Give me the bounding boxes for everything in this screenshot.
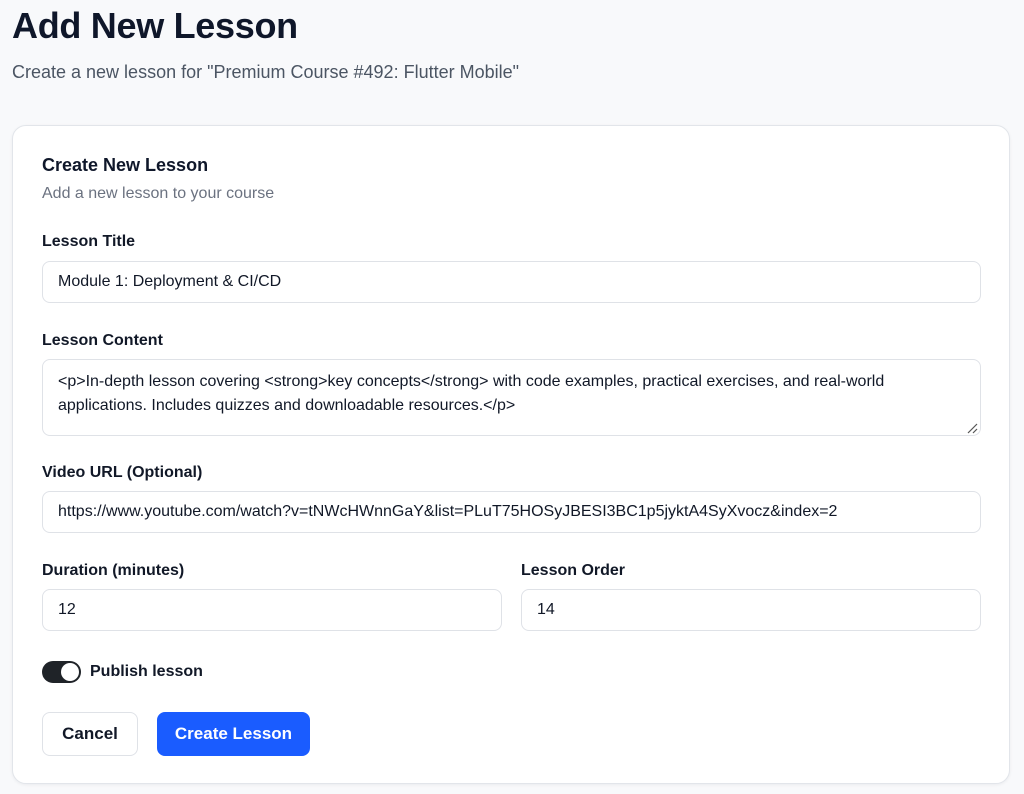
cancel-button[interactable]: Cancel: [42, 712, 138, 756]
card-subtitle: Add a new lesson to your course: [42, 185, 275, 202]
add-lesson-page: Add New Lesson Create a new lesson for "…: [0, 0, 1024, 794]
publish-label: Publish lesson: [90, 663, 203, 680]
create-lesson-button[interactable]: Create Lesson: [157, 712, 310, 756]
publish-toggle[interactable]: [42, 661, 81, 683]
page-subtitle: Create a new lesson for "Premium Course …: [12, 62, 519, 82]
video-url-label: Video URL (Optional): [42, 464, 203, 481]
lesson-title-label: Lesson Title: [42, 233, 136, 250]
duration-input[interactable]: [42, 589, 502, 631]
publish-toggle-knob: [61, 663, 79, 681]
lesson-order-label: Lesson Order: [521, 562, 626, 579]
lesson-title-input[interactable]: [42, 261, 981, 303]
lesson-content-label: Lesson Content: [42, 332, 163, 349]
duration-label: Duration (minutes): [42, 562, 185, 579]
create-lesson-card: Create New Lesson Add a new lesson to yo…: [12, 125, 1010, 784]
resize-handle-icon[interactable]: [966, 422, 978, 434]
card-title: Create New Lesson: [42, 155, 209, 175]
video-url-input[interactable]: [42, 491, 981, 533]
lesson-order-input[interactable]: [521, 589, 981, 631]
lesson-content-textarea[interactable]: <p>In-depth lesson covering <strong>key …: [42, 359, 981, 436]
page-title: Add New Lesson: [12, 5, 298, 46]
